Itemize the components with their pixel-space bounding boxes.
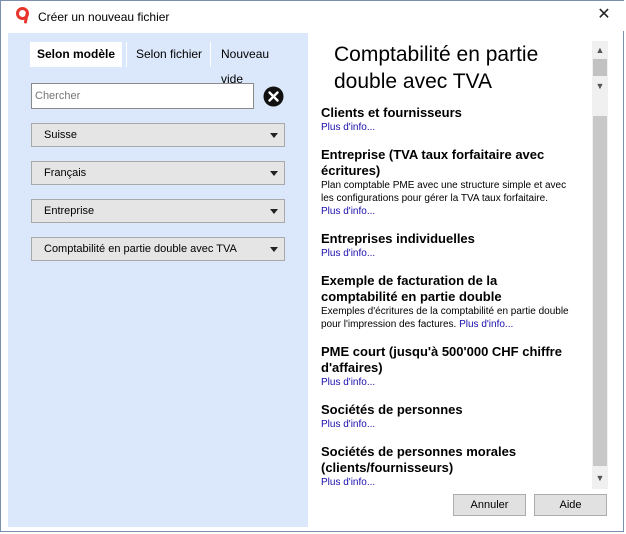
category-select[interactable]: Entreprise [31, 199, 285, 223]
item-title: d'affaires) [321, 360, 383, 375]
scroll-up-icon[interactable]: ▲ [592, 43, 608, 57]
item-title: Sociétés de personnes morales [321, 444, 517, 459]
tab-divider [210, 42, 211, 67]
item-description: les configurations pour gérer la TVA tau… [321, 193, 548, 204]
scroll-thumb[interactable] [593, 116, 607, 466]
tab-selon-fichier[interactable]: Selon fichier [136, 42, 206, 67]
scroll-down-icon[interactable]: ▼ [592, 471, 608, 485]
item-description: Exemples d'écritures de la comptabilité … [321, 306, 569, 317]
help-button[interactable]: Aide [534, 494, 607, 516]
select-value: Français [44, 167, 87, 179]
item-title: Clients et fournisseurs [321, 105, 462, 120]
title-scroll-thumb[interactable] [593, 59, 607, 76]
item-title: PME court (jusqu'à 500'000 CHF chiffre [321, 344, 562, 359]
list-item[interactable]: Entreprises individuelles Plus d'info... [321, 231, 591, 260]
window-title: Créer un nouveau fichier [38, 10, 170, 24]
scrollbar[interactable]: ▲ ▼ ▼ [592, 41, 608, 489]
dialog-window: Créer un nouveau fichier ✕ Selon modèle … [0, 0, 625, 532]
list-item[interactable]: PME court (jusqu'à 500'000 CHF chiffre d… [321, 344, 591, 389]
list-item[interactable]: Clients et fournisseurs Plus d'info... [321, 105, 591, 134]
item-description: pour l'impression des factures. Plus d'i… [321, 319, 514, 330]
close-icon[interactable]: ✕ [595, 6, 613, 24]
country-select[interactable]: Suisse [31, 123, 285, 147]
select-value: Comptabilité en partie double avec TVA [44, 243, 237, 255]
item-description: Plan comptable PME avec une structure si… [321, 180, 567, 191]
list-item[interactable]: Exemple de facturation de la comptabilit… [321, 273, 591, 331]
tab-divider [126, 42, 127, 67]
more-info-link[interactable]: Plus d'info... [321, 476, 591, 489]
item-title: Exemple de facturation de la [321, 273, 498, 288]
cancel-button[interactable]: Annuler [453, 494, 526, 516]
more-info-link[interactable]: Plus d'info... [459, 319, 513, 330]
more-info-link[interactable]: Plus d'info... [321, 247, 591, 260]
select-value: Entreprise [44, 205, 95, 217]
more-info-link[interactable]: Plus d'info... [321, 418, 591, 431]
more-info-link[interactable]: Plus d'info... [321, 121, 591, 134]
tab-nouveau-vide[interactable]: Nouveau vide [221, 42, 293, 86]
item-title: écritures) [321, 163, 381, 178]
search-input[interactable] [31, 83, 254, 109]
item-title: (clients/fournisseurs) [321, 460, 454, 475]
item-title: Entreprises individuelles [321, 231, 475, 246]
item-title: Entreprise (TVA taux forfaitaire avec [321, 147, 545, 162]
app-logo-icon [16, 7, 29, 24]
title-bar: Créer un nouveau fichier ✕ [1, 1, 625, 31]
more-info-link[interactable]: Plus d'info... [321, 205, 591, 218]
item-title: comptabilité en partie double [321, 289, 502, 304]
chevron-down-icon [270, 133, 278, 138]
more-info-link[interactable]: Plus d'info... [321, 376, 591, 389]
page-title: Comptabilité en partie double avec TVA [334, 43, 539, 93]
accounting-type-select[interactable]: Comptabilité en partie double avec TVA [31, 237, 285, 261]
clear-search-icon[interactable] [263, 86, 284, 107]
chevron-down-icon [270, 209, 278, 214]
scroll-down-icon[interactable]: ▼ [592, 79, 608, 93]
language-select[interactable]: Français [31, 161, 285, 185]
tab-selon-modele[interactable]: Selon modèle [30, 42, 122, 67]
select-value: Suisse [44, 129, 78, 141]
list-item[interactable]: Entreprise (TVA taux forfaitaire avec éc… [321, 147, 591, 218]
list-item[interactable]: Sociétés de personnes Plus d'info... [321, 402, 591, 431]
chevron-down-icon [270, 247, 278, 252]
item-title: Sociétés de personnes [321, 402, 463, 417]
chevron-down-icon [270, 171, 278, 176]
list-item[interactable]: Sociétés de personnes morales (clients/f… [321, 444, 591, 489]
